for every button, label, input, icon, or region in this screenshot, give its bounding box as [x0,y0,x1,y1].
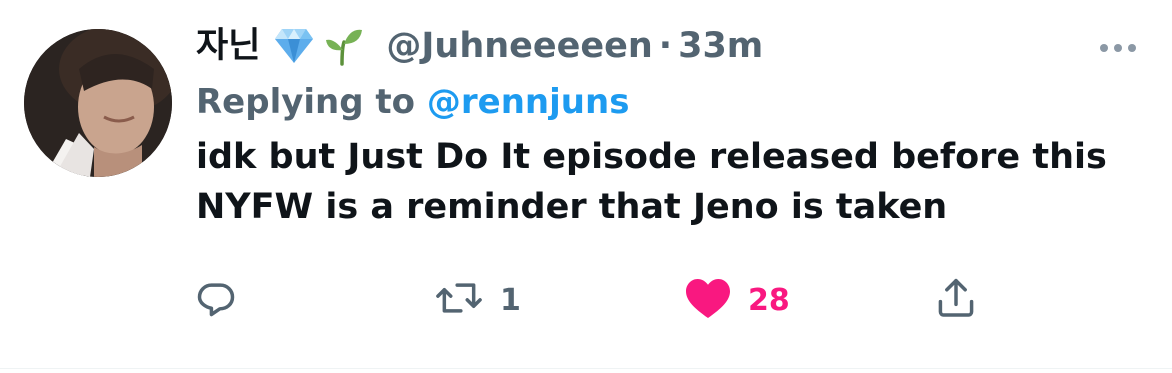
tweet[interactable]: 자닌 @Juhneeeeen · 33m Replying to @rennju… [0,0,1172,373]
retweet-count: 1 [500,282,521,318]
retweet-icon [434,276,484,324]
tweet-content: 자닌 @Juhneeeeen · 33m Replying to @rennju… [196,18,1142,232]
reply-mention-link[interactable]: @rennjuns [427,82,630,122]
like-count: 28 [748,282,790,318]
user-handle[interactable]: @Juhneeeeen [386,18,652,74]
reply-button[interactable] [194,270,238,330]
tweet-text: idk but Just Do It episode released befo… [196,137,1107,227]
replying-to: Replying to @rennjuns [196,78,1142,126]
tweet-header: 자닌 @Juhneeeeen · 33m [196,18,1142,74]
timestamp[interactable]: 33m [678,18,763,74]
heart-icon [684,276,732,324]
separator-dot: · [658,26,673,66]
seedling-icon [324,26,364,66]
reply-icon [194,276,238,324]
like-button[interactable]: 28 [684,270,790,330]
more-options-icon[interactable] [1100,44,1136,52]
avatar[interactable] [24,29,172,177]
gem-icon [274,27,314,65]
tweet-actions: 1 28 [194,270,994,330]
share-icon [934,276,978,324]
share-button[interactable] [934,270,978,330]
replying-prefix: Replying to [196,82,416,122]
retweet-button[interactable]: 1 [434,270,521,330]
display-name[interactable]: 자닌 [196,18,260,74]
